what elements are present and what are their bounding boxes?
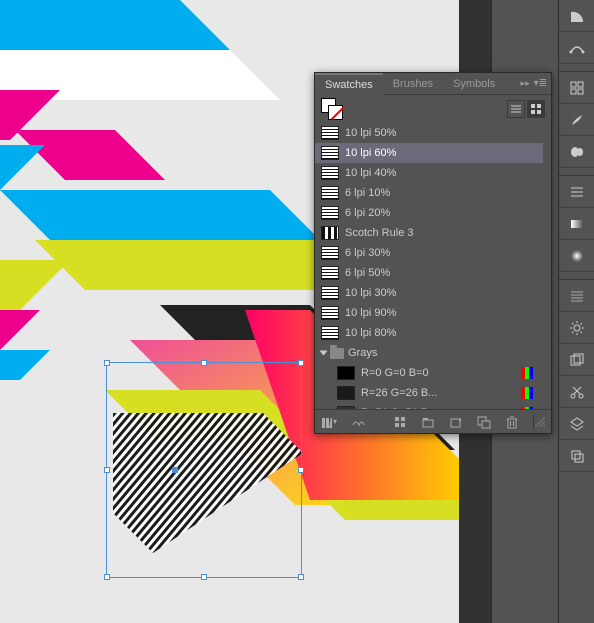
swatch-item[interactable]: 6 lpi 20% bbox=[315, 203, 543, 223]
swatch-item[interactable]: 6 lpi 10% bbox=[315, 183, 543, 203]
tool-scissors-icon[interactable] bbox=[559, 376, 594, 408]
swatch-label: 10 lpi 90% bbox=[345, 307, 537, 319]
swatch-label: 6 lpi 50% bbox=[345, 267, 537, 279]
fill-stroke-icon[interactable] bbox=[321, 98, 343, 120]
color-mode-icon bbox=[521, 367, 537, 379]
expand-icon[interactable]: ▸▸ bbox=[521, 78, 530, 89]
break-link-icon[interactable] bbox=[477, 414, 491, 430]
view-thumb-icon[interactable] bbox=[527, 100, 545, 118]
group-label: Grays bbox=[348, 347, 537, 359]
tool-lines2-icon[interactable] bbox=[559, 280, 594, 312]
swatch-item[interactable]: 6 lpi 50% bbox=[315, 263, 543, 283]
tool-artboard-icon[interactable] bbox=[559, 440, 594, 472]
swatch-list: 10 lpi 50% 10 lpi 60% 10 lpi 40% 6 lpi 1… bbox=[315, 123, 551, 409]
new-color-group-icon[interactable] bbox=[421, 414, 435, 430]
tool-grid-icon[interactable] bbox=[559, 72, 594, 104]
swatch-item[interactable]: 10 lpi 40% bbox=[315, 163, 543, 183]
swatch-library-icon[interactable]: ▾ bbox=[321, 414, 337, 430]
swatch-group[interactable]: Grays bbox=[315, 343, 543, 363]
selection-box[interactable] bbox=[106, 362, 302, 578]
swatch-item[interactable]: 10 lpi 30% bbox=[315, 283, 543, 303]
tool-brush-icon[interactable] bbox=[559, 104, 594, 136]
swatch-scroll[interactable]: 10 lpi 50% 10 lpi 60% 10 lpi 40% 6 lpi 1… bbox=[315, 123, 543, 409]
swatch-label: 6 lpi 10% bbox=[345, 187, 537, 199]
new-swatch-icon[interactable] bbox=[449, 414, 463, 430]
tab-symbols[interactable]: Symbols bbox=[443, 73, 505, 95]
swatch-label: 10 lpi 50% bbox=[345, 127, 537, 139]
tool-sun-icon[interactable] bbox=[559, 312, 594, 344]
swatch-options-icon[interactable] bbox=[393, 414, 407, 430]
panel-toolbar bbox=[315, 95, 551, 123]
view-list-icon[interactable] bbox=[507, 100, 525, 118]
tool-layers-icon[interactable] bbox=[559, 408, 594, 440]
tool-lines-icon[interactable] bbox=[559, 176, 594, 208]
swatches-panel: Swatches Brushes Symbols ▸▸ ▾≣ 10 lpi 50… bbox=[314, 72, 552, 434]
tab-brushes[interactable]: Brushes bbox=[383, 73, 443, 95]
tool-curvature-icon[interactable] bbox=[559, 32, 594, 64]
swatch-item[interactable]: R=51 G=51 B... bbox=[315, 403, 543, 409]
swatch-label: R=0 G=0 B=0 bbox=[361, 367, 515, 379]
tool-radial-icon[interactable] bbox=[559, 240, 594, 272]
swatch-item[interactable]: R=0 G=0 B=0 bbox=[315, 363, 543, 383]
swatch-item[interactable]: 10 lpi 50% bbox=[315, 123, 543, 143]
tool-gradient-icon[interactable] bbox=[559, 208, 594, 240]
right-toolbar bbox=[558, 0, 594, 623]
swatch-item[interactable]: Scotch Rule 3 bbox=[315, 223, 543, 243]
panel-footer: ▾ bbox=[315, 409, 551, 433]
swatch-label: 10 lpi 60% bbox=[345, 147, 537, 159]
folder-icon bbox=[330, 348, 344, 359]
swatch-label: Scotch Rule 3 bbox=[345, 227, 537, 239]
tool-perspective-icon[interactable] bbox=[559, 344, 594, 376]
swatch-label: R=51 G=51 B... bbox=[361, 407, 515, 409]
color-mode-icon bbox=[521, 407, 537, 409]
color-mode-icon bbox=[521, 387, 537, 399]
swatch-item[interactable]: 10 lpi 60% bbox=[315, 143, 543, 163]
swatch-label: 6 lpi 30% bbox=[345, 247, 537, 259]
swatch-label: R=26 G=26 B... bbox=[361, 387, 515, 399]
panel-tabs: Swatches Brushes Symbols ▸▸ ▾≣ bbox=[315, 73, 551, 95]
swatch-label: 10 lpi 40% bbox=[345, 167, 537, 179]
swatch-label: 10 lpi 80% bbox=[345, 327, 537, 339]
panel-menu-icon[interactable]: ▾≣ bbox=[534, 78, 547, 89]
swatch-item[interactable]: 10 lpi 80% bbox=[315, 323, 543, 343]
swatch-item[interactable]: R=26 G=26 B... bbox=[315, 383, 543, 403]
show-kinds-icon[interactable] bbox=[351, 414, 365, 430]
tool-shape-icon[interactable] bbox=[559, 0, 594, 32]
triangle-icon bbox=[320, 351, 328, 356]
tool-blob-icon[interactable] bbox=[559, 136, 594, 168]
delete-swatch-icon[interactable] bbox=[505, 414, 519, 430]
swatch-label: 6 lpi 20% bbox=[345, 207, 537, 219]
swatch-item[interactable]: 6 lpi 30% bbox=[315, 243, 543, 263]
swatch-label: 10 lpi 30% bbox=[345, 287, 537, 299]
resize-grip-icon[interactable] bbox=[533, 415, 545, 429]
swatch-item[interactable]: 10 lpi 90% bbox=[315, 303, 543, 323]
tab-swatches[interactable]: Swatches bbox=[315, 73, 383, 95]
